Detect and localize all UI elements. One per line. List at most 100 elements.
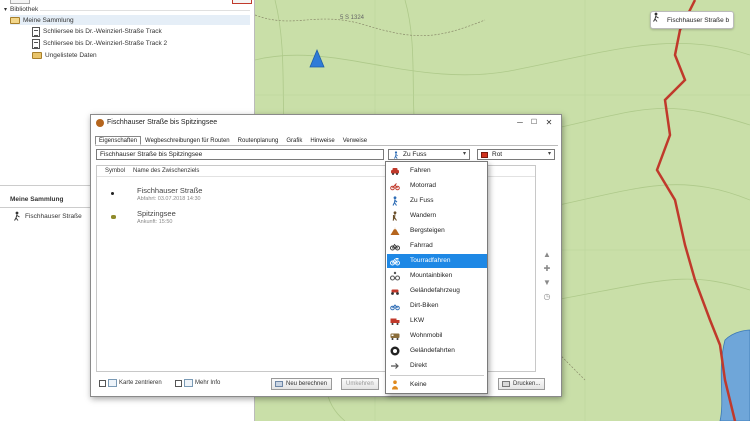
mode-option-truck[interactable]: LKW (387, 314, 487, 328)
mode-option-none[interactable]: Keine (387, 378, 487, 392)
option-label: LKW (410, 317, 425, 324)
tree-item-collection[interactable]: Meine Sammlung (10, 15, 250, 25)
option-label: Direkt (410, 362, 427, 369)
map-waypoint-callout[interactable]: Fischhauser Straße b (650, 11, 735, 29)
library-header: ▾ Bibliothek (4, 6, 38, 13)
offroad-icon (390, 346, 400, 356)
collection-item[interactable]: Fischhauser Straße (12, 211, 82, 221)
walker-icon (394, 151, 398, 159)
print-button[interactable]: Drucken... (498, 378, 546, 390)
dialog-tabs: Eigenschaften Wegbeschreibungen für Rout… (95, 136, 371, 145)
column-symbol[interactable]: Symbol (105, 168, 125, 174)
tree-item-label: Schliersee bis Dr.-Weinzierl-Straße Trac… (43, 40, 168, 47)
mode-option-hiking[interactable]: Wandern (387, 209, 487, 223)
info-icon (184, 379, 193, 387)
library-title: Bibliothek (10, 6, 39, 13)
folder-icon (32, 51, 42, 59)
collapse-icon[interactable]: ▾ (4, 6, 7, 13)
reverse-button[interactable]: Umkehren (341, 378, 379, 390)
waypoint-name: Fischhauser Straße (137, 186, 203, 195)
tab-route-planning[interactable]: Routenplanung (234, 136, 283, 145)
route-name-field[interactable]: Fischhauser Straße bis Spitzingsee (96, 149, 384, 160)
route-properties-dialog: Fischhauser Straße bis Spitzingsee ─ ☐ ✕… (90, 114, 562, 397)
route-color-value: Rot (492, 151, 503, 158)
mode-option-offroad[interactable]: Geländefahrten (387, 344, 487, 358)
mountain-bike-icon (390, 271, 400, 281)
toolbar-button[interactable] (232, 0, 252, 4)
tree-item-label: Meine Sammlung (23, 16, 74, 24)
document-icon (32, 38, 40, 49)
option-label: Bergsteigen (410, 227, 445, 234)
rv-icon (390, 333, 400, 340)
center-map-checkbox[interactable]: Karte zentrieren (99, 379, 162, 387)
button-label: Drucken... (513, 381, 541, 387)
mode-option-mountain-bike[interactable]: Mountainbiken (387, 269, 487, 283)
time-button[interactable]: ◷ (541, 292, 553, 302)
button-label: Neu berechnen (286, 381, 328, 387)
truck-icon (390, 318, 400, 325)
route-color-select[interactable]: Rot ▾ (477, 149, 555, 160)
activity-mode-select[interactable]: Zu Fuss ▾ (388, 149, 470, 160)
mode-option-atv[interactable]: Geländefahrzeug (387, 284, 487, 298)
mode-option-driving[interactable]: Fahren (387, 164, 487, 178)
maximize-button[interactable]: ☐ (528, 117, 540, 129)
waypoint-detail: Abfahrt: 03.07.2018 14:30 (137, 196, 201, 202)
minimize-button[interactable]: ─ (514, 117, 526, 129)
dialog-title: Fischhauser Straße bis Spitzingsee (107, 119, 218, 126)
option-label: Fahrrad (410, 242, 433, 249)
dropdown-divider (390, 375, 484, 376)
close-button[interactable]: ✕ (543, 117, 555, 129)
mode-option-direct[interactable]: Direkt (387, 359, 487, 373)
option-label: Fahren (410, 167, 431, 174)
mode-option-touring-bike[interactable]: Tourradfahren (387, 254, 487, 268)
checkbox-box[interactable] (175, 379, 182, 387)
recalculate-button[interactable]: Neu berechnen (271, 378, 333, 390)
tree-item-unlisted[interactable]: Ungelistete Daten (32, 50, 97, 60)
tree-item-label: Schliersee bis Dr.-Weinzierl-Straße Trac… (43, 28, 162, 35)
move-up-button[interactable]: ▲ (541, 250, 553, 260)
option-label: Wandern (410, 212, 437, 219)
option-label: Motorrad (410, 182, 437, 189)
car-icon (391, 168, 399, 175)
mode-option-mountaineering[interactable]: Bergsteigen (387, 224, 487, 238)
add-waypoint-button[interactable]: ✚ (541, 264, 553, 274)
top-toolbar-strip (0, 0, 255, 4)
tab-properties[interactable]: Eigenschaften (95, 136, 142, 145)
tree-item-label: Ungelistete Daten (45, 51, 97, 59)
tab-notes[interactable]: Hinweise (306, 136, 338, 145)
mode-option-motorcycle[interactable]: Motorrad (387, 179, 487, 193)
mode-option-rv[interactable]: Wohnmobil (387, 329, 487, 343)
printer-icon (502, 381, 510, 387)
option-label: Mountainbiken (410, 272, 453, 279)
option-label: Keine (410, 381, 427, 388)
tab-graph[interactable]: Grafik (282, 136, 306, 145)
activity-mode-value: Zu Fuss (403, 151, 427, 158)
move-down-button[interactable]: ▼ (541, 278, 553, 288)
tab-directions[interactable]: Wegbeschreibungen für Routen (141, 136, 234, 145)
option-label: Zu Fuss (410, 197, 434, 204)
mode-option-dirt-bike[interactable]: Dirt-Biken (387, 299, 487, 313)
tab-links[interactable]: Verweise (339, 136, 371, 145)
mode-option-bicycle[interactable]: Fahrrad (387, 239, 487, 253)
tree-item-track[interactable]: Schliersee bis Dr.-Weinzierl-Straße Trac… (32, 26, 162, 37)
chevron-down-icon: ▾ (547, 151, 551, 157)
option-label: Dirt-Biken (410, 302, 439, 309)
none-icon (392, 380, 398, 390)
toolbar-button[interactable] (10, 0, 30, 4)
activity-mode-dropdown: Fahren Motorrad Zu Fuss Wandern Bergstei… (385, 161, 488, 394)
more-info-checkbox[interactable]: Mehr Info (175, 379, 220, 387)
column-waypoint-name[interactable]: Name des Zwischenziels (133, 168, 199, 174)
atv-icon (391, 289, 399, 295)
tree-item-track[interactable]: Schliersee bis Dr.-Weinzierl-Straße Trac… (32, 38, 167, 49)
waypoint-detail: Ankunft: 15:50 (137, 219, 173, 225)
mode-option-walking[interactable]: Zu Fuss (387, 194, 487, 208)
checkbox-box[interactable] (99, 379, 106, 387)
option-label: Tourradfahren (410, 257, 451, 264)
chevron-down-icon: ▾ (462, 151, 466, 157)
dialog-titlebar[interactable]: Fischhauser Straße bis Spitzingsee ─ ☐ ✕ (91, 115, 561, 131)
map-place-label: 5 S 1324 (340, 15, 365, 21)
motorcycle-icon (390, 183, 400, 191)
checkbox-label: Mehr Info (195, 380, 221, 386)
recalculate-icon (275, 381, 283, 387)
document-icon (32, 26, 40, 37)
